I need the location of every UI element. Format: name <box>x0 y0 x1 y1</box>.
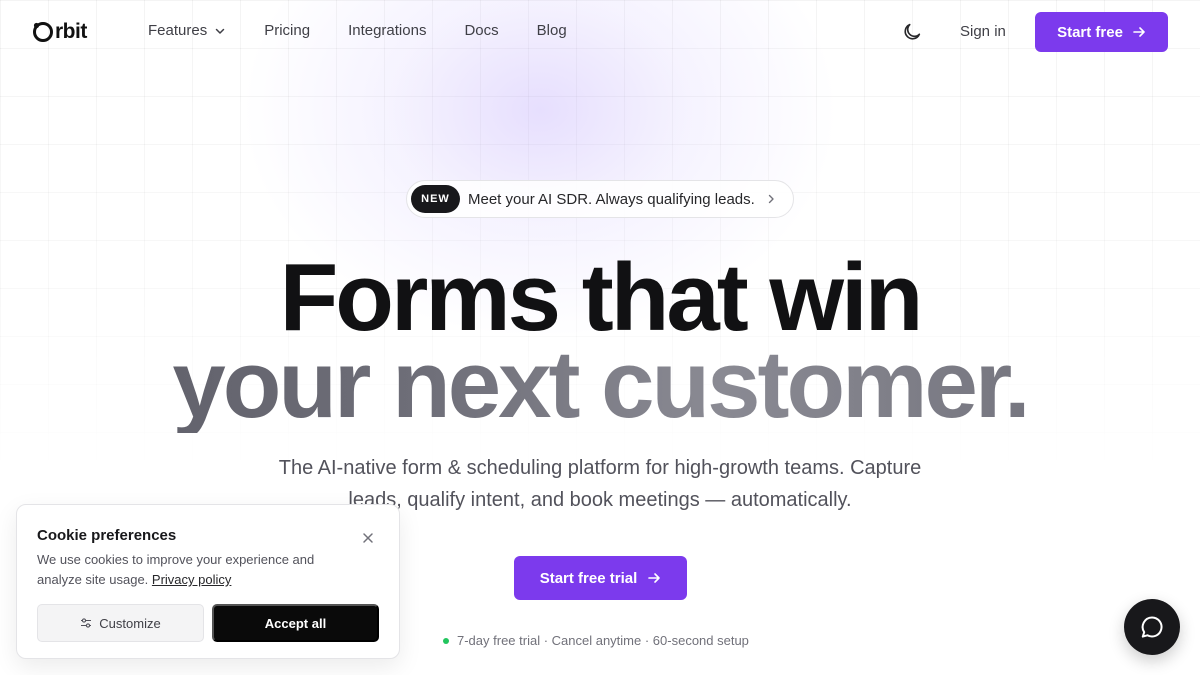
theme-toggle-button[interactable] <box>901 21 923 43</box>
sign-in-link[interactable]: Sign in <box>960 23 1006 40</box>
nav-item-docs[interactable]: Docs <box>464 22 498 39</box>
start-free-trial-button[interactable]: Start free trial <box>514 556 687 600</box>
customize-label: Customize <box>99 615 161 631</box>
nav-item-features[interactable]: Features <box>148 22 226 39</box>
trial-note: 7-day free trial · Cancel anytime · 60-s… <box>443 633 749 648</box>
cookie-title: Cookie preferences <box>37 527 177 544</box>
arrow-right-icon <box>1132 25 1146 39</box>
nav-links: Features Pricing Integrations Docs Blog <box>148 22 605 39</box>
status-dot-icon <box>443 637 449 644</box>
cta-label: Start free trial <box>539 569 638 587</box>
orbit-o-icon <box>33 22 53 42</box>
nav-item-integrations[interactable]: Integrations <box>348 22 426 39</box>
announcement-text: Meet your AI SDR. Always qualifying lead… <box>468 190 755 208</box>
hero-headline-line-2: your next customer. <box>0 337 1200 433</box>
arrow-right-icon <box>647 571 661 585</box>
brand-logo[interactable]: rbit <box>32 20 87 44</box>
cookie-banner: Cookie preferences We use cookies to imp… <box>16 504 400 659</box>
chevron-down-icon <box>214 25 226 37</box>
nav-item-blog[interactable]: Blog <box>537 22 567 39</box>
trial-note-text: 7-day free trial · Cancel anytime · 60-s… <box>457 633 749 648</box>
chevron-right-icon <box>765 193 777 205</box>
start-free-button[interactable]: Start free <box>1035 12 1168 52</box>
sliders-icon <box>80 617 92 629</box>
chat-launcher-button[interactable] <box>1124 599 1180 655</box>
chat-bubble-icon <box>1141 616 1163 638</box>
moon-icon <box>904 23 921 40</box>
nav-item-label: Features <box>148 22 208 39</box>
top-navigation: rbit Features Pricing Integrations Docs … <box>0 0 1200 64</box>
customize-button[interactable]: Customize <box>37 604 204 642</box>
announcement-pill[interactable]: NEW Meet your AI SDR. Always qualifying … <box>406 180 794 218</box>
cookie-description: We use cookies to improve your experienc… <box>37 550 357 590</box>
new-badge: NEW <box>411 185 460 213</box>
privacy-policy-link[interactable]: Privacy policy <box>152 572 231 587</box>
brand-name: rbit <box>55 20 87 43</box>
accept-all-button[interactable]: Accept all <box>212 604 379 642</box>
start-free-label: Start free <box>1057 23 1123 41</box>
close-icon[interactable] <box>361 531 375 545</box>
nav-item-pricing[interactable]: Pricing <box>264 22 310 39</box>
